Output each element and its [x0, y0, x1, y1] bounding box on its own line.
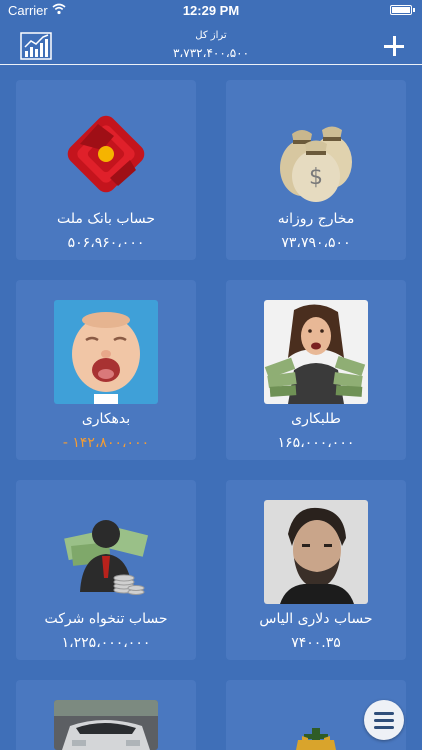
money-bags-icon: $ [264, 100, 368, 204]
card-value: - ۱۴۲،۸۰۰،۰۰۰ [62, 435, 150, 451]
card-label: بدهکاری [81, 411, 131, 427]
man-portrait-photo [264, 500, 368, 604]
card-label: حساب دلاری الیاس [259, 611, 373, 627]
card-value: ۵۰۶،۹۶۰،۰۰۰ [67, 235, 145, 251]
account-card-debtors[interactable]: بدهکاری - ۱۴۲،۸۰۰،۰۰۰ [16, 280, 196, 460]
hamburger-icon [374, 726, 394, 729]
status-bar: Carrier 12:29 PM [0, 0, 422, 22]
battery-icon [390, 5, 415, 15]
card-label: حساب تنخواه شرکت [44, 611, 168, 627]
menu-button[interactable] [364, 700, 404, 740]
hamburger-icon [374, 719, 394, 722]
car-photo [54, 700, 158, 750]
account-card-daily-expenses[interactable]: $ مخارج روزانه ۷۳،۷۹۰،۵۰۰ [226, 80, 406, 260]
emblem-icon [264, 700, 368, 750]
account-card-partial-car[interactable] [16, 680, 196, 750]
svg-text:$: $ [309, 165, 323, 190]
account-card-bank-mellat[interactable]: حساب بانک ملت ۵۰۶،۹۶۰،۰۰۰ [16, 80, 196, 260]
total-balance: ۳،۷۳۲،۴۰۰،۵۰۰ [172, 46, 250, 60]
card-value: ۱۶۵،۰۰۰،۰۰۰ [277, 435, 355, 451]
account-card-creditors[interactable]: طلبکاری ۱۶۵،۰۰۰،۰۰۰ [226, 280, 406, 460]
account-card-dollar-elias[interactable]: حساب دلاری الیاس ۷۴۰۰.۳۵ [226, 480, 406, 660]
businessman-with-money-icon [54, 500, 158, 604]
card-value: ۷۳،۷۹۰،۵۰۰ [281, 235, 351, 251]
bank-mellat-logo-icon [54, 100, 158, 204]
account-card-petty-cash[interactable]: حساب تنخواه شرکت ۱،۲۲۵،۰۰۰،۰۰۰ [16, 480, 196, 660]
status-time: 12:29 PM [182, 3, 240, 18]
add-button[interactable] [384, 36, 404, 56]
page-title: تراز کل [195, 30, 227, 41]
card-label: حساب بانک ملت [57, 211, 155, 227]
header-divider [0, 64, 422, 65]
nav-bar: تراز کل ۳،۷۳۲،۴۰۰،۵۰۰ [0, 22, 422, 66]
card-value: ۷۴۰۰.۳۵ [291, 635, 341, 651]
card-label: طلبکاری [291, 411, 341, 427]
card-value: ۱،۲۲۵،۰۰۰،۰۰۰ [61, 635, 151, 651]
crying-baby-photo [54, 300, 158, 404]
hamburger-icon [374, 712, 394, 715]
woman-with-cash-photo [264, 300, 368, 404]
card-label: مخارج روزانه [277, 211, 355, 227]
